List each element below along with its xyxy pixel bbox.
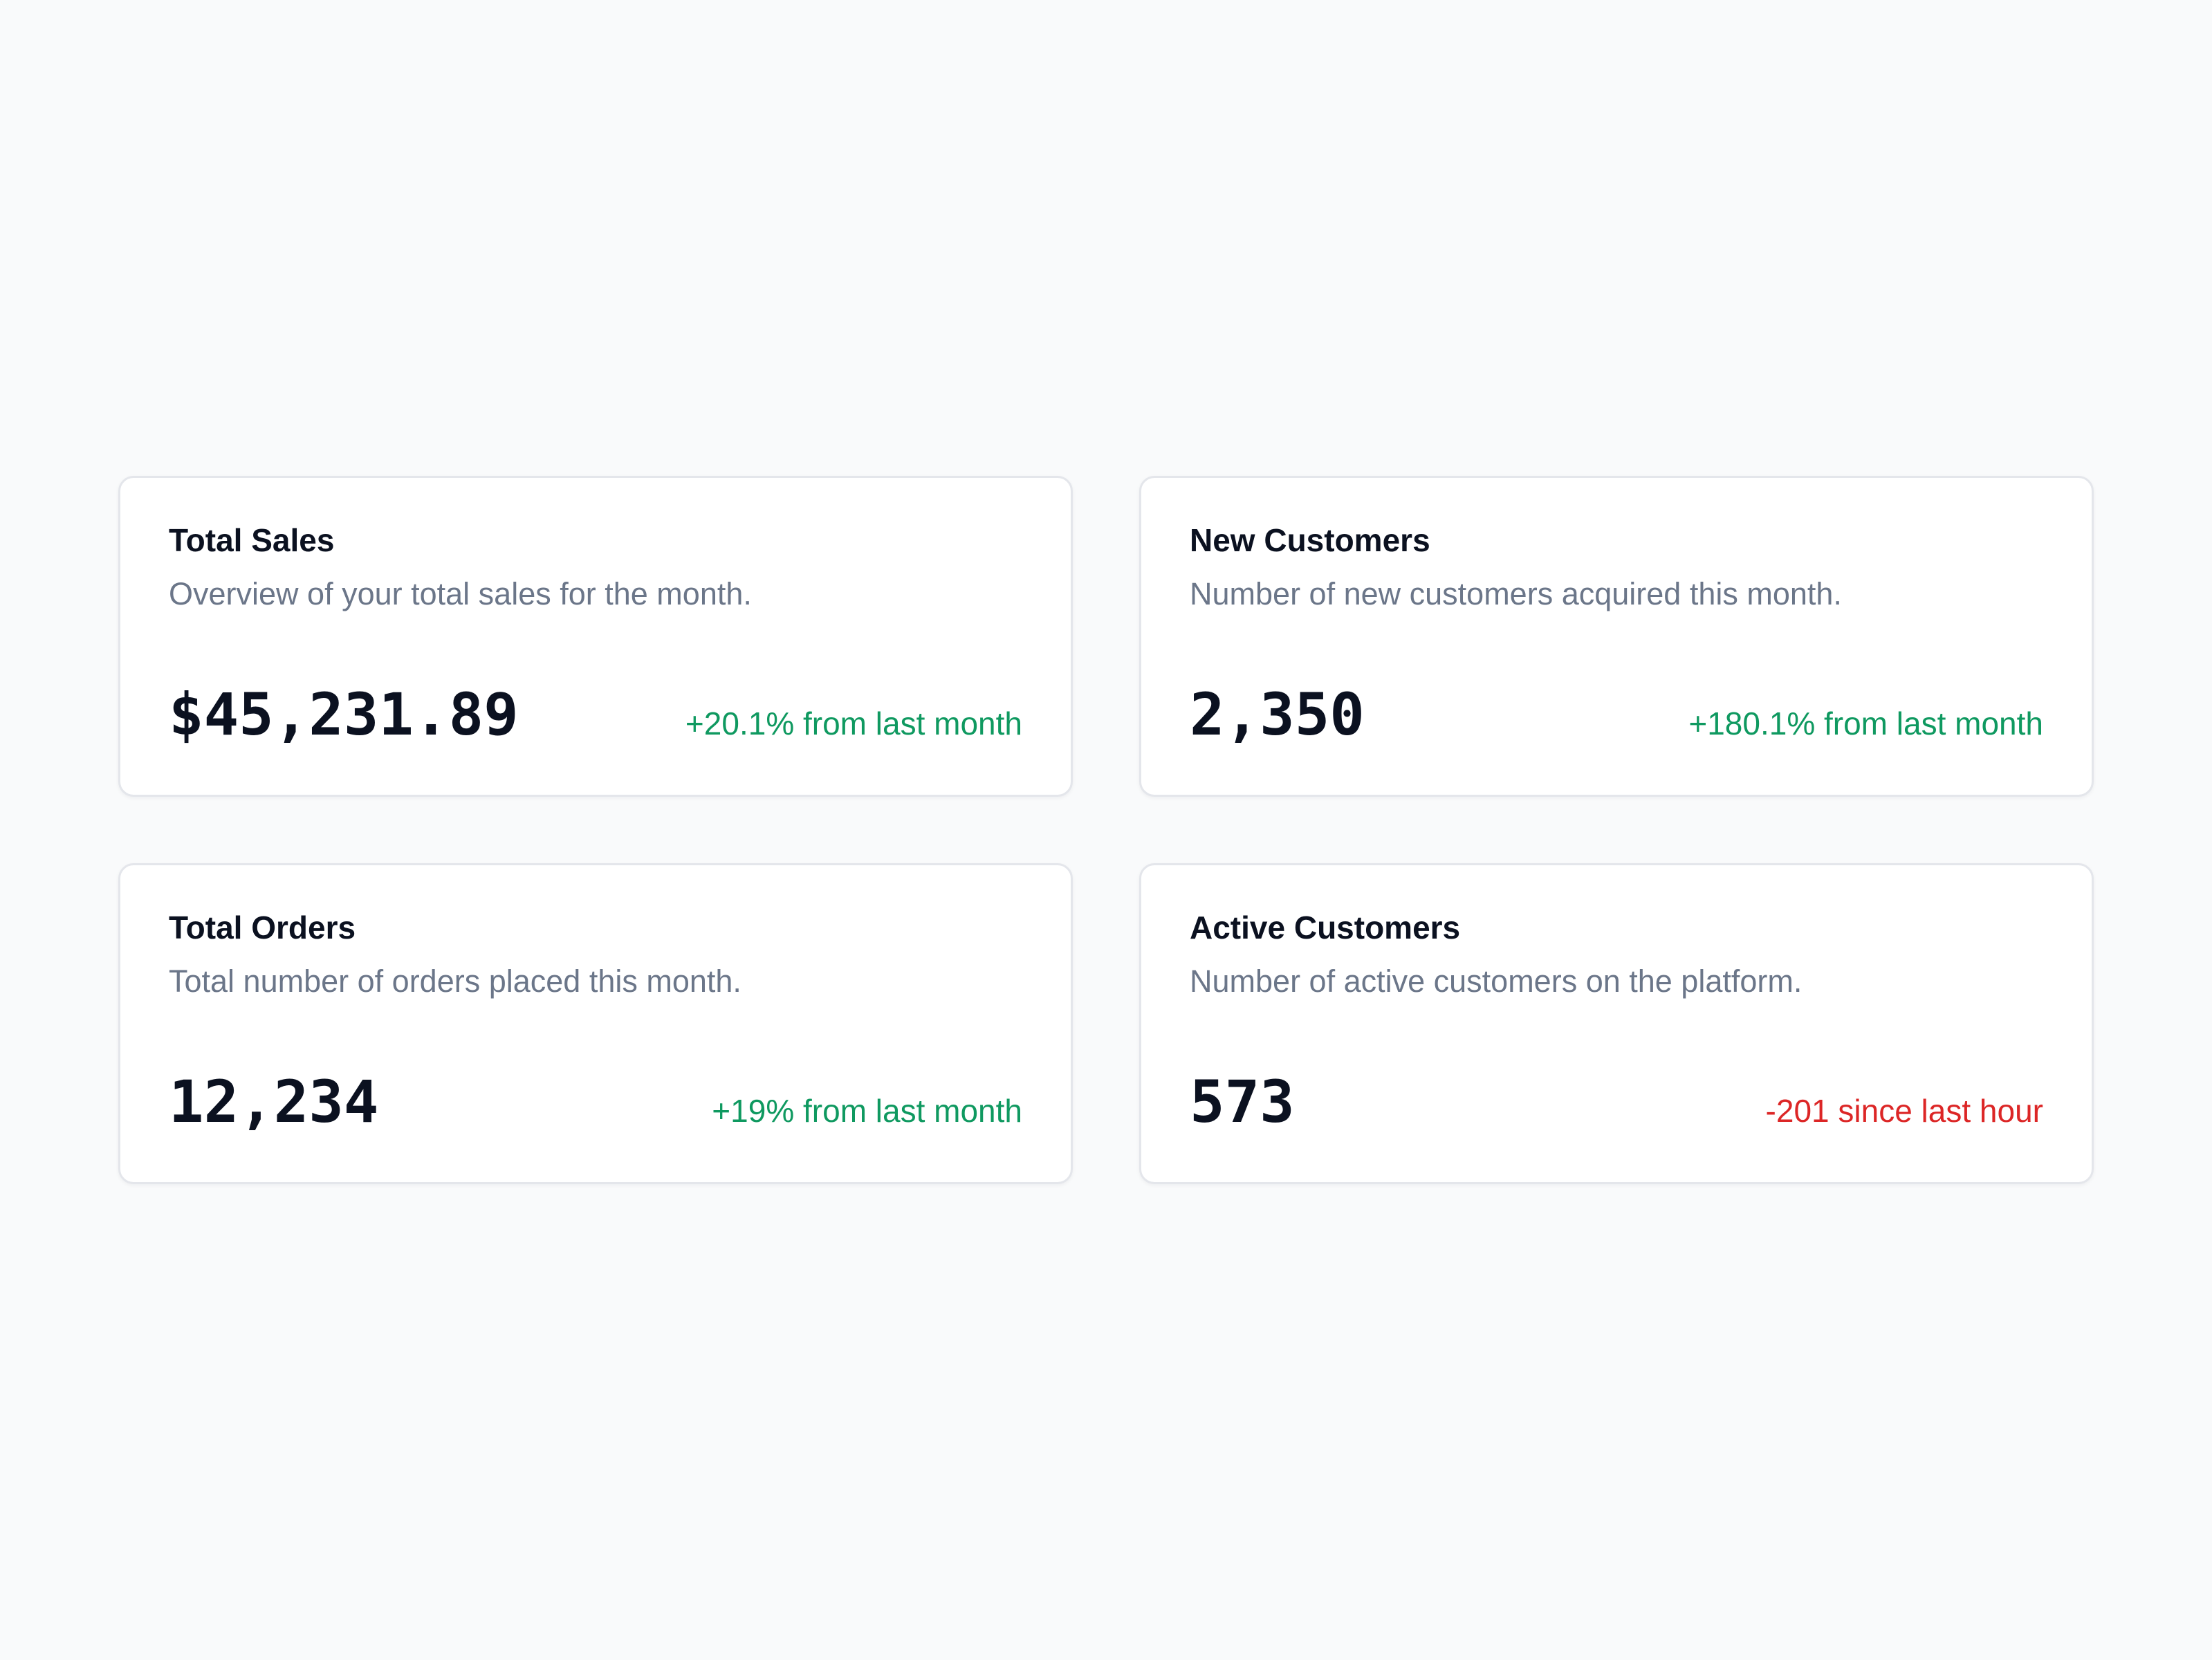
card-description: Number of active customers on the platfo… <box>1190 963 1803 999</box>
card-description: Number of new customers acquired this mo… <box>1190 576 1842 611</box>
card-title: Total Sales <box>169 522 335 558</box>
card-title: Active Customers <box>1190 910 1461 946</box>
stat-card-total-orders: Total Orders Total number of orders plac… <box>118 863 1073 1184</box>
stat-change: -201 since last hour <box>1765 1093 2043 1129</box>
stat-card-total-sales: Total Sales Overview of your total sales… <box>118 476 1073 797</box>
card-footer: $45,231.89 +20.1% from last month <box>169 681 1022 748</box>
card-footer: 573 -201 since last hour <box>1190 1069 2043 1135</box>
card-title: Total Orders <box>169 910 356 946</box>
card-footer: 2,350 +180.1% from last month <box>1190 681 2043 748</box>
stat-card-new-customers: New Customers Number of new customers ac… <box>1139 476 2094 797</box>
stat-value: 12,234 <box>169 1068 379 1136</box>
stat-card-active-customers: Active Customers Number of active custom… <box>1139 863 2094 1184</box>
stat-change: +180.1% from last month <box>1688 706 2043 741</box>
stat-change: +20.1% from last month <box>685 706 1022 741</box>
card-description: Total number of orders placed this month… <box>169 963 741 999</box>
stat-value: 2,350 <box>1190 681 1365 748</box>
card-description: Overview of your total sales for the mon… <box>169 576 752 611</box>
stat-value: 573 <box>1190 1068 1295 1136</box>
card-title: New Customers <box>1190 522 1430 558</box>
stats-grid: Total Sales Overview of your total sales… <box>118 476 2094 1184</box>
card-footer: 12,234 +19% from last month <box>169 1069 1022 1135</box>
stat-change: +19% from last month <box>712 1093 1022 1129</box>
stat-value: $45,231.89 <box>169 681 519 748</box>
